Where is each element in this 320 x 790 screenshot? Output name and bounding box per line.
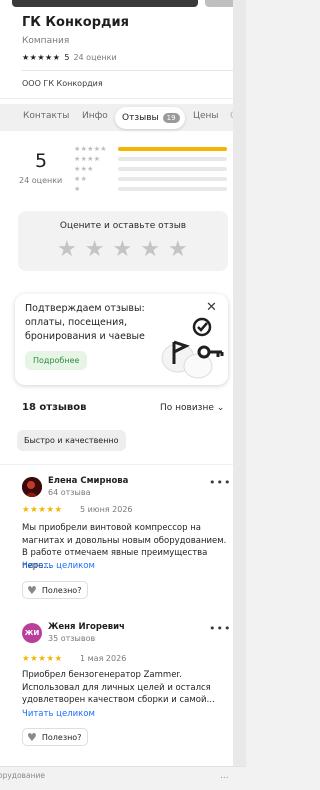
tab-reviews-label: Отзывы [122,113,159,123]
promo-text: Подтверждаем отзывы: оплаты, посещения, … [25,303,145,342]
tab-reviews[interactable]: Отзывы 19 [115,107,185,129]
heart-icon: ♥ [27,730,37,744]
chevron-down-icon: ⌄ [216,403,225,413]
gallery-photo-main[interactable] [12,0,198,7]
useful-button[interactable]: ♥ Полезно? [22,581,89,599]
divider [0,464,233,465]
sort-dropdown[interactable]: По новизне ⌄ [160,403,224,413]
org-title: ГК Конкордия [22,15,129,30]
review-tag-chip[interactable]: Быстро и качественно [17,430,126,451]
tab-reviews-badge: 19 [162,113,180,123]
dist-stars-3: ★★★ [74,165,94,173]
summary-count: 24 оценки [19,176,63,185]
dist-stars-2: ★★ [74,175,88,183]
org-card-panel: ГК Конкордия Компания ★★★★★ 5 24 оценки … [0,0,233,766]
legal-entity-name: ООО ГК Конкордия [22,79,103,88]
dist-stars-1: ★ [74,185,81,193]
review-date: 5 июня 2026 [80,505,133,514]
reviews-count-title: 18 отзывов [22,402,87,413]
review-date: 1 мая 2026 [80,654,127,663]
close-icon[interactable]: ✕ [206,300,217,315]
more-icon[interactable]: ... [220,771,229,781]
tab-prices[interactable]: Цены [193,111,219,121]
dist-bar-3 [118,167,227,171]
useful-label: Полезно? [41,585,82,595]
promo-illustration-icon [161,317,224,379]
org-category: Компания [22,36,70,46]
reviewer-name[interactable]: Елена Смирнова [48,476,128,486]
sort-label: По новизне [160,403,214,413]
bottom-search-text[interactable]: орудование [0,771,45,780]
dist-fill-5 [118,147,227,151]
avatar[interactable] [22,477,42,497]
useful-button[interactable]: ♥ Полезно? [22,728,89,746]
dist-bar-4 [118,157,227,161]
divider [0,98,233,99]
tab-info[interactable]: Инфо [82,111,108,121]
promo-more-button[interactable]: Подробнее [25,351,88,370]
ratings-count: 24 оценки [73,53,117,62]
dist-bar-2 [118,177,227,181]
read-more-link[interactable]: Читать целиком [22,709,95,719]
map-edge [233,0,246,766]
rating-stars-icon: ★★★★★ [22,53,61,62]
review-stars-icon: ★★★★★ [22,654,63,664]
summary-rating: 5 [35,150,48,172]
review-stars-icon: ★★★★★ [22,505,63,515]
rate-star-3-icon[interactable]: ★ [112,239,132,261]
rate-and-review-box: Оцените и оставьте отзыв ★ ★ ★ ★ ★ [18,211,228,271]
rate-star-2-icon[interactable]: ★ [85,239,105,261]
rate-box-title: Оцените и оставьте отзыв [59,221,187,231]
divider [22,70,233,71]
more-options-icon[interactable]: ••• [209,622,231,635]
useful-label: Полезно? [41,732,82,742]
dist-bar-1 [118,187,227,191]
heart-icon: ♥ [27,583,37,597]
rate-star-4-icon[interactable]: ★ [140,239,160,261]
dist-bar-5 [118,147,227,151]
more-options-icon[interactable]: ••• [209,476,231,489]
read-more-link[interactable]: Читать целиком [22,561,95,571]
review-text: Приобрел бензогенератор Zammer. Использо… [22,670,215,705]
reviewer-review-count: 64 отзыва [48,488,91,497]
avatar[interactable]: ЖИ [22,623,42,643]
avatar-photo-icon [22,477,42,497]
gallery-photo-next[interactable] [205,0,233,7]
rate-stars: ★ ★ ★ ★ ★ [57,239,188,261]
tab-contacts[interactable]: Контакты [23,111,69,121]
rating-value: 5 [64,53,70,62]
verified-reviews-promo: Подтверждаем отзывы: оплаты, посещения, … [15,294,228,385]
reviewer-review-count: 35 отзывов [48,634,96,643]
dist-stars-4: ★★★★ [74,155,101,163]
reviewer-name[interactable]: Женя Игоревич [48,622,125,632]
dist-stars-5: ★★★★★ [74,145,107,153]
rate-star-1-icon[interactable]: ★ [57,239,77,261]
rate-star-5-icon[interactable]: ★ [168,239,188,261]
org-rating-line[interactable]: ★★★★★ 5 24 оценки [22,53,117,62]
